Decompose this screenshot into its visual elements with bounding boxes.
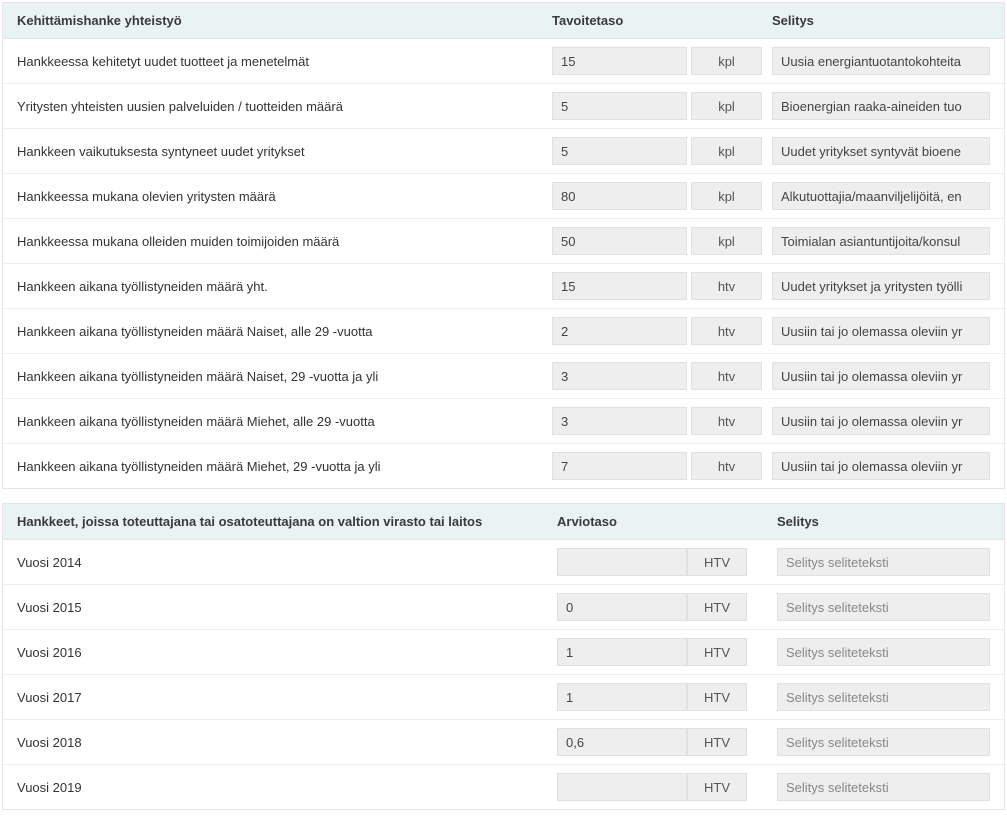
unit-label: HTV [687,683,747,711]
header-value: Tavoitetaso [552,13,687,28]
row-label: Hankkeen vaikutuksesta syntyneet uudet y… [17,144,552,159]
desc-input[interactable]: Uudet yritykset syntyvät bioene [772,137,990,165]
value-input[interactable]: 5 [552,137,687,165]
desc-input[interactable]: Selitys seliteteksti [777,593,990,621]
unit-label: kpl [691,137,762,165]
unit-label: HTV [687,548,747,576]
unit-label: htv [691,452,762,480]
value-input[interactable]: 80 [552,182,687,210]
header-label: Hankkeet, joissa toteuttajana tai osatot… [17,514,557,529]
placeholder-text: Selitys seliteteksti [786,645,889,660]
value-input[interactable]: 0,6 [557,728,687,756]
table-row: Vuosi 2019 HTV Selitys seliteteksti [3,765,1004,809]
table-row: Yritysten yhteisten uusien palveluiden /… [3,84,1004,129]
value-input[interactable]: 0 [557,593,687,621]
desc-input[interactable]: Toimialan asiantuntijoita/konsul [772,227,990,255]
desc-input[interactable]: Bioenergian raaka-aineiden tuo [772,92,990,120]
placeholder-text: Selitys seliteteksti [786,555,889,570]
desc-input[interactable]: Uusiin tai jo olemassa oleviin yr [772,362,990,390]
unit-label: htv [691,407,762,435]
desc-input[interactable]: Selitys seliteteksti [777,548,990,576]
table-row: Vuosi 20150HTV Selitys seliteteksti [3,585,1004,630]
unit-label: kpl [691,182,762,210]
table-row: Hankkeen aikana työllistyneiden määrä Mi… [3,444,1004,488]
row-label: Vuosi 2015 [17,600,557,615]
row-label: Hankkeessa mukana olleiden muiden toimij… [17,234,552,249]
table-header-row: Kehittämishanke yhteistyö Tavoitetaso Se… [3,3,1004,39]
placeholder-text: Selitys seliteteksti [786,690,889,705]
value-input[interactable]: 1 [557,638,687,666]
value-input[interactable]: 5 [552,92,687,120]
table-row: Vuosi 2014 HTV Selitys seliteteksti [3,540,1004,585]
desc-input[interactable]: Selitys seliteteksti [777,773,990,801]
value-input[interactable]: 15 [552,272,687,300]
unit-label: kpl [691,92,762,120]
table-valtion-virasto: Hankkeet, joissa toteuttajana tai osatot… [2,503,1005,810]
row-label: Vuosi 2018 [17,735,557,750]
header-desc: Selitys [772,13,990,28]
value-input[interactable]: 15 [552,47,687,75]
desc-input[interactable]: Selitys seliteteksti [777,728,990,756]
table-header-row: Hankkeet, joissa toteuttajana tai osatot… [3,504,1004,540]
value-input[interactable]: 50 [552,227,687,255]
row-label: Hankkeen aikana työllistyneiden määrä Na… [17,324,552,339]
unit-label: kpl [691,47,762,75]
row-label: Vuosi 2014 [17,555,557,570]
desc-input[interactable]: Uusia energiantuotantokohteita [772,47,990,75]
table-row: Hankkeen aikana työllistyneiden määrä Na… [3,354,1004,399]
unit-label: htv [691,317,762,345]
row-label: Hankkeessa mukana olevien yritysten määr… [17,189,552,204]
desc-input[interactable]: Selitys seliteteksti [777,638,990,666]
unit-label: HTV [687,728,747,756]
table-row: Vuosi 20180,6HTV Selitys seliteteksti [3,720,1004,765]
desc-input[interactable]: Uusiin tai jo olemassa oleviin yr [772,317,990,345]
table-row: Hankkeessa kehitetyt uudet tuotteet ja m… [3,39,1004,84]
header-desc: Selitys [777,514,990,529]
table-row: Hankkeen vaikutuksesta syntyneet uudet y… [3,129,1004,174]
desc-input[interactable]: Uusiin tai jo olemassa oleviin yr [772,452,990,480]
desc-input[interactable]: Selitys seliteteksti [777,683,990,711]
table-row: Vuosi 20161HTV Selitys seliteteksti [3,630,1004,675]
row-label: Yritysten yhteisten uusien palveluiden /… [17,99,552,114]
unit-label: htv [691,362,762,390]
placeholder-text: Selitys seliteteksti [786,600,889,615]
value-input[interactable] [557,773,687,801]
row-label: Vuosi 2017 [17,690,557,705]
unit-label: kpl [691,227,762,255]
unit-label: HTV [687,773,747,801]
placeholder-text: Selitys seliteteksti [786,735,889,750]
row-label: Hankkeessa kehitetyt uudet tuotteet ja m… [17,54,552,69]
table-row: Hankkeen aikana työllistyneiden määrä Mi… [3,399,1004,444]
unit-label: HTV [687,593,747,621]
unit-label: htv [691,272,762,300]
value-input[interactable]: 1 [557,683,687,711]
row-label: Hankkeen aikana työllistyneiden määrä Mi… [17,459,552,474]
header-value: Arviotaso [557,514,687,529]
desc-input[interactable]: Alkutuottajia/maanviljelijöitä, en [772,182,990,210]
value-input[interactable]: 3 [552,362,687,390]
value-input[interactable]: 3 [552,407,687,435]
placeholder-text: Selitys seliteteksti [786,780,889,795]
header-label: Kehittämishanke yhteistyö [17,13,552,28]
table-row: Hankkeen aikana työllistyneiden määrä yh… [3,264,1004,309]
table-row: Vuosi 20171HTV Selitys seliteteksti [3,675,1004,720]
row-label: Vuosi 2019 [17,780,557,795]
table-kehittamishanke: Kehittämishanke yhteistyö Tavoitetaso Se… [2,2,1005,489]
unit-label: HTV [687,638,747,666]
row-label: Hankkeen aikana työllistyneiden määrä Na… [17,369,552,384]
row-label: Vuosi 2016 [17,645,557,660]
value-input[interactable]: 2 [552,317,687,345]
row-label: Hankkeen aikana työllistyneiden määrä yh… [17,279,552,294]
table-row: Hankkeessa mukana olleiden muiden toimij… [3,219,1004,264]
table-row: Hankkeessa mukana olevien yritysten määr… [3,174,1004,219]
value-input[interactable]: 7 [552,452,687,480]
table-row: Hankkeen aikana työllistyneiden määrä Na… [3,309,1004,354]
desc-input[interactable]: Uusiin tai jo olemassa oleviin yr [772,407,990,435]
value-input[interactable] [557,548,687,576]
row-label: Hankkeen aikana työllistyneiden määrä Mi… [17,414,552,429]
desc-input[interactable]: Uudet yritykset ja yritysten työlli [772,272,990,300]
